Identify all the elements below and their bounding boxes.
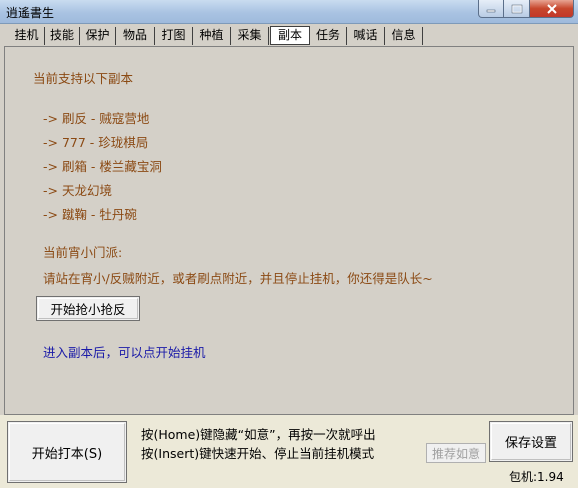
start-grab-button[interactable]: 开始抢小抢反	[36, 296, 140, 321]
window-controls	[478, 0, 574, 19]
maximize-button[interactable]	[504, 0, 530, 18]
bottom-panel: 开始打本(S) 按(Home)键隐藏“如意”，再按一次就呼出 按(Insert)…	[0, 415, 578, 488]
start-dungeon-button-label: 开始打本(S)	[31, 446, 103, 462]
recommend-ruyi-button[interactable]: 推荐如意	[426, 443, 486, 463]
dungeon-heading: 当前支持以下副本	[33, 71, 134, 86]
minimize-icon	[486, 9, 496, 12]
hint-text: 进入副本后，可以点开始挂机	[43, 345, 206, 360]
tab-caiji[interactable]: 采集	[231, 27, 269, 45]
recommend-ruyi-button-label: 推荐如意	[431, 446, 480, 461]
tab-fuben[interactable]: 副本	[270, 26, 310, 45]
close-icon	[546, 3, 557, 14]
save-settings-button-label: 保存设置	[504, 436, 557, 451]
tab-datu[interactable]: 打图	[155, 27, 193, 45]
version-label: 包机:1.94	[509, 470, 564, 484]
tab-renwu[interactable]: 任务	[310, 27, 347, 45]
tab-jineng[interactable]: 技能	[45, 27, 80, 45]
dungeon-item: -> 天龙幻境	[43, 183, 112, 198]
tab-xinxi[interactable]: 信息	[385, 27, 423, 45]
sect-label: 当前宵小门派:	[43, 245, 123, 260]
help-line-home: 按(Home)键隐藏“如意”，再按一次就呼出	[141, 427, 376, 442]
close-button[interactable]	[530, 0, 574, 18]
tab-hanhua[interactable]: 喊话	[347, 27, 385, 45]
tab-bar: 挂机 技能 保护 物品 打图 种植 采集 副本 任务 喊话 信息	[0, 24, 578, 46]
tab-wupin[interactable]: 物品	[116, 27, 155, 45]
title-bar[interactable]: 逍遙書生	[0, 0, 578, 24]
dungeon-item: -> 刷箱 - 楼兰藏宝洞	[43, 159, 162, 174]
tab-zhongzhi[interactable]: 种植	[193, 27, 231, 45]
maximize-icon	[511, 4, 522, 13]
save-settings-button[interactable]: 保存设置	[489, 421, 573, 462]
start-grab-button-label: 开始抢小抢反	[50, 302, 126, 317]
dungeon-item: -> 蹴鞠 - 牡丹碗	[43, 207, 137, 222]
dungeon-item: -> 刷反 - 贼寇营地	[43, 111, 150, 126]
dungeon-panel: 当前支持以下副本 -> 刷反 - 贼寇营地 -> 777 - 珍珑棋局 -> 刷…	[4, 46, 574, 415]
window-title: 逍遙書生	[6, 6, 55, 20]
minimize-button[interactable]	[478, 0, 504, 18]
tab-baohu[interactable]: 保护	[80, 27, 116, 45]
start-dungeon-button[interactable]: 开始打本(S)	[7, 421, 127, 483]
dungeon-item: -> 777 - 珍珑棋局	[43, 135, 149, 150]
help-line-insert: 按(Insert)键快速开始、停止当前挂机模式	[141, 446, 375, 461]
tab-guaji[interactable]: 挂机	[9, 27, 45, 45]
instruction-text: 请站在宵小/反贼附近，或者刷点附近，并且停止挂机，你还得是队长~	[43, 271, 433, 286]
